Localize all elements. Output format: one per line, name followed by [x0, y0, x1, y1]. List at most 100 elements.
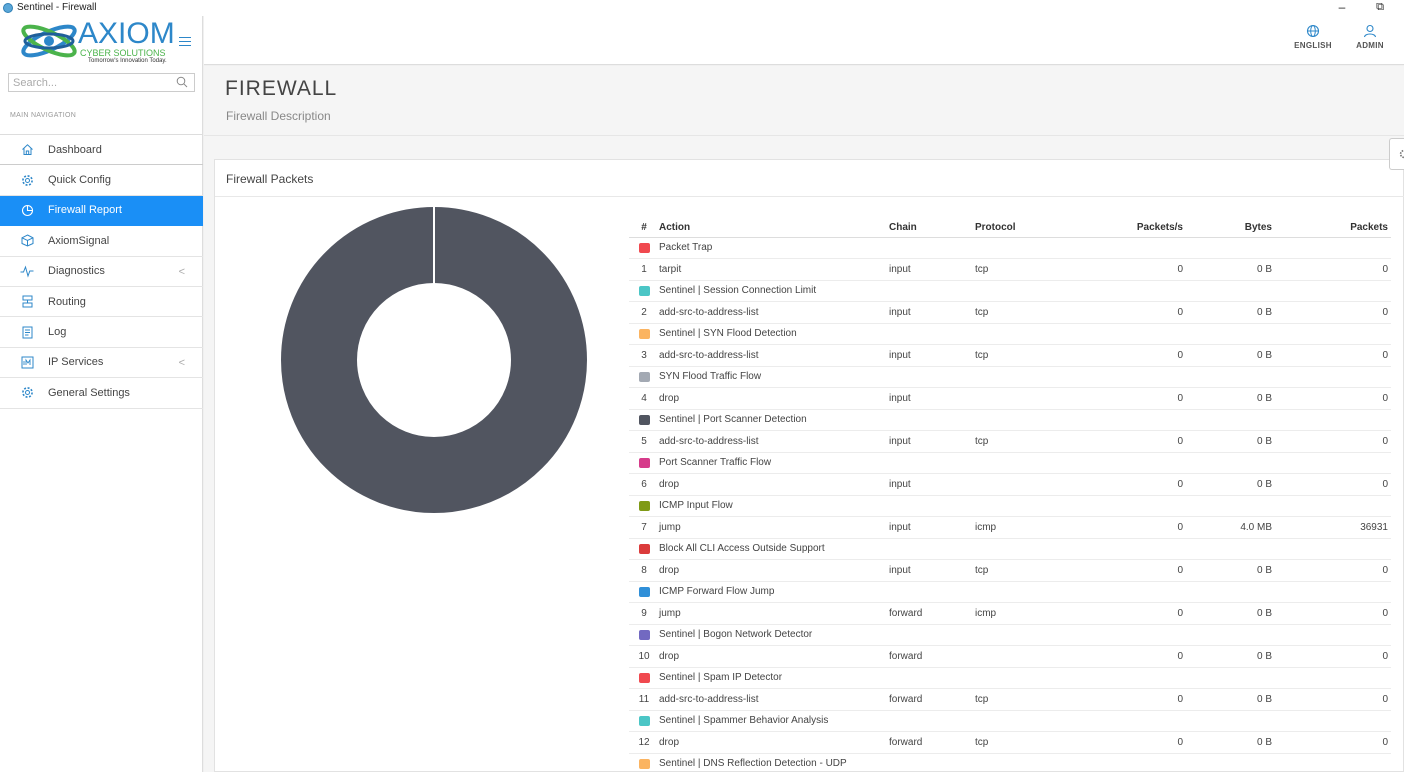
- legend-swatch: [638, 328, 650, 339]
- sidebar-item-diagnostics[interactable]: Diagnostics <: [0, 257, 203, 287]
- legend-swatch: [638, 285, 650, 296]
- sidebar-item-label: Dashboard: [48, 143, 102, 156]
- rules-table-body: Packet Trap 1 tarpit input tcp 0 0 B 0 Sentinel …: [629, 237, 1391, 772]
- rule-chain: input: [889, 387, 975, 410]
- rule-name: Sentinel | Spam IP Detector: [659, 667, 1391, 689]
- rule-number: 3: [629, 344, 659, 367]
- home-icon: [20, 143, 34, 157]
- rule-protocol: tcp: [975, 344, 1059, 367]
- search-input[interactable]: [9, 74, 169, 91]
- rule-packets-per-sec: 0: [1059, 430, 1187, 453]
- rule-color-cell: [629, 280, 659, 302]
- rule-action: add-src-to-address-list: [659, 430, 889, 453]
- rule-protocol: [975, 473, 1059, 496]
- user-menu-button[interactable]: ADMIN: [1352, 24, 1388, 50]
- rule-name: SYN Flood Traffic Flow: [659, 366, 1391, 388]
- column-header-packets: Packets: [1282, 218, 1391, 238]
- rule-protocol: tcp: [975, 731, 1059, 754]
- rule-packets: 0: [1282, 688, 1391, 711]
- rule-name-row: Sentinel | Session Connection Limit: [629, 280, 1391, 302]
- chevron-left-icon: <: [178, 265, 185, 278]
- rule-bytes: 0 B: [1187, 602, 1282, 625]
- rule-action: drop: [659, 731, 889, 754]
- rule-action: drop: [659, 473, 889, 496]
- rule-name-row: ICMP Input Flow: [629, 495, 1391, 517]
- column-header-number: #: [629, 218, 659, 238]
- legend-swatch: [638, 242, 650, 253]
- sidebar-item-ip-services[interactable]: IP Services <: [0, 348, 203, 379]
- rule-bytes: 0 B: [1187, 645, 1282, 668]
- rule-chain: input: [889, 516, 975, 539]
- rule-number: 7: [629, 516, 659, 539]
- rule-protocol: tcp: [975, 559, 1059, 582]
- restore-button[interactable]: ⧉: [1369, 0, 1391, 16]
- sidebar-item-label: Diagnostics: [48, 265, 105, 278]
- table-row: 8 drop input tcp 0 0 B0: [629, 559, 1391, 582]
- sidebar-item-axiomsignal[interactable]: AxiomSignal: [0, 226, 203, 257]
- rule-chain: input: [889, 473, 975, 496]
- rule-protocol: [975, 387, 1059, 410]
- table-row: 2 add-src-to-address-list input tcp 0 0 B0: [629, 301, 1391, 324]
- legend-swatch: [638, 629, 650, 640]
- routing-icon: [20, 295, 34, 309]
- table-row: 1 tarpit input tcp 0 0 B0: [629, 258, 1391, 281]
- rule-chain: input: [889, 430, 975, 453]
- rule-name: Sentinel | Bogon Network Detector: [659, 624, 1391, 646]
- sidebar-item-label: Firewall Report: [48, 204, 122, 217]
- rule-action: add-src-to-address-list: [659, 344, 889, 367]
- sidebar-item-log[interactable]: Log: [0, 317, 203, 348]
- rule-name-row: Port Scanner Traffic Flow: [629, 452, 1391, 474]
- sidebar-toggle-icon[interactable]: [179, 37, 191, 46]
- rule-protocol: [975, 645, 1059, 668]
- table-row: 10 drop forward 0 0 B0: [629, 645, 1391, 668]
- rule-color-cell: [629, 753, 659, 772]
- table-row: 9 jump forward icmp 0 0 B0: [629, 602, 1391, 625]
- sidebar-item-quick-config[interactable]: Quick Config: [0, 165, 203, 196]
- rule-bytes: 0 B: [1187, 473, 1282, 496]
- rule-action: jump: [659, 516, 889, 539]
- legend-swatch: [638, 371, 650, 382]
- rule-number: 11: [629, 688, 659, 711]
- packets-donut-chart: [281, 207, 587, 513]
- rule-name: Sentinel | Spammer Behavior Analysis: [659, 710, 1391, 732]
- rule-bytes: 0 B: [1187, 688, 1282, 711]
- rule-name-row: Sentinel | Spam IP Detector: [629, 667, 1391, 689]
- rule-color-cell: [629, 323, 659, 345]
- search-icon[interactable]: [176, 76, 188, 88]
- rule-number: 9: [629, 602, 659, 625]
- user-label: ADMIN: [1356, 41, 1384, 50]
- rule-packets-per-sec: 0: [1059, 602, 1187, 625]
- window-titlebar: Sentinel - Firewall – ⧉: [0, 0, 1404, 16]
- rule-packets-per-sec: 0: [1059, 688, 1187, 711]
- table-row: 6 drop input 0 0 B0: [629, 473, 1391, 496]
- sidebar-item-firewall-report[interactable]: Firewall Report: [0, 195, 203, 227]
- language-button[interactable]: ENGLISH: [1293, 24, 1333, 50]
- rule-packets: 0: [1282, 387, 1391, 410]
- rule-name-row: Sentinel | Bogon Network Detector: [629, 624, 1391, 646]
- main-navigation: Dashboard Quick Config Firewall Report A…: [0, 134, 203, 409]
- sidebar-item-label: IP Services: [48, 356, 104, 369]
- log-icon: [20, 325, 34, 339]
- rule-color-cell: [629, 409, 659, 431]
- rule-packets: 0: [1282, 258, 1391, 281]
- rule-action: add-src-to-address-list: [659, 301, 889, 324]
- rule-protocol: tcp: [975, 258, 1059, 281]
- page-title: FIREWALL: [225, 77, 338, 100]
- rule-chain: forward: [889, 645, 975, 668]
- content-divider: [204, 135, 1404, 136]
- rule-chain: input: [889, 258, 975, 281]
- firewall-rules-table: # Action Chain Protocol Packets/s Bytes …: [629, 218, 1391, 772]
- rule-packets-per-sec: 0: [1059, 344, 1187, 367]
- legend-swatch: [638, 500, 650, 511]
- rule-name: Sentinel | DNS Reflection Detection - UD…: [659, 753, 1391, 772]
- sidebar-item-dashboard[interactable]: Dashboard: [0, 135, 203, 166]
- column-header-protocol: Protocol: [975, 218, 1059, 238]
- sidebar-item-general-settings[interactable]: General Settings: [0, 378, 203, 409]
- minimize-button[interactable]: –: [1331, 0, 1353, 16]
- rule-packets: 0: [1282, 559, 1391, 582]
- legend-swatch: [638, 457, 650, 468]
- rule-chain: input: [889, 559, 975, 582]
- settings-drawer-tab[interactable]: [1389, 138, 1404, 170]
- sidebar-item-routing[interactable]: Routing: [0, 287, 203, 318]
- rule-packets: 0: [1282, 731, 1391, 754]
